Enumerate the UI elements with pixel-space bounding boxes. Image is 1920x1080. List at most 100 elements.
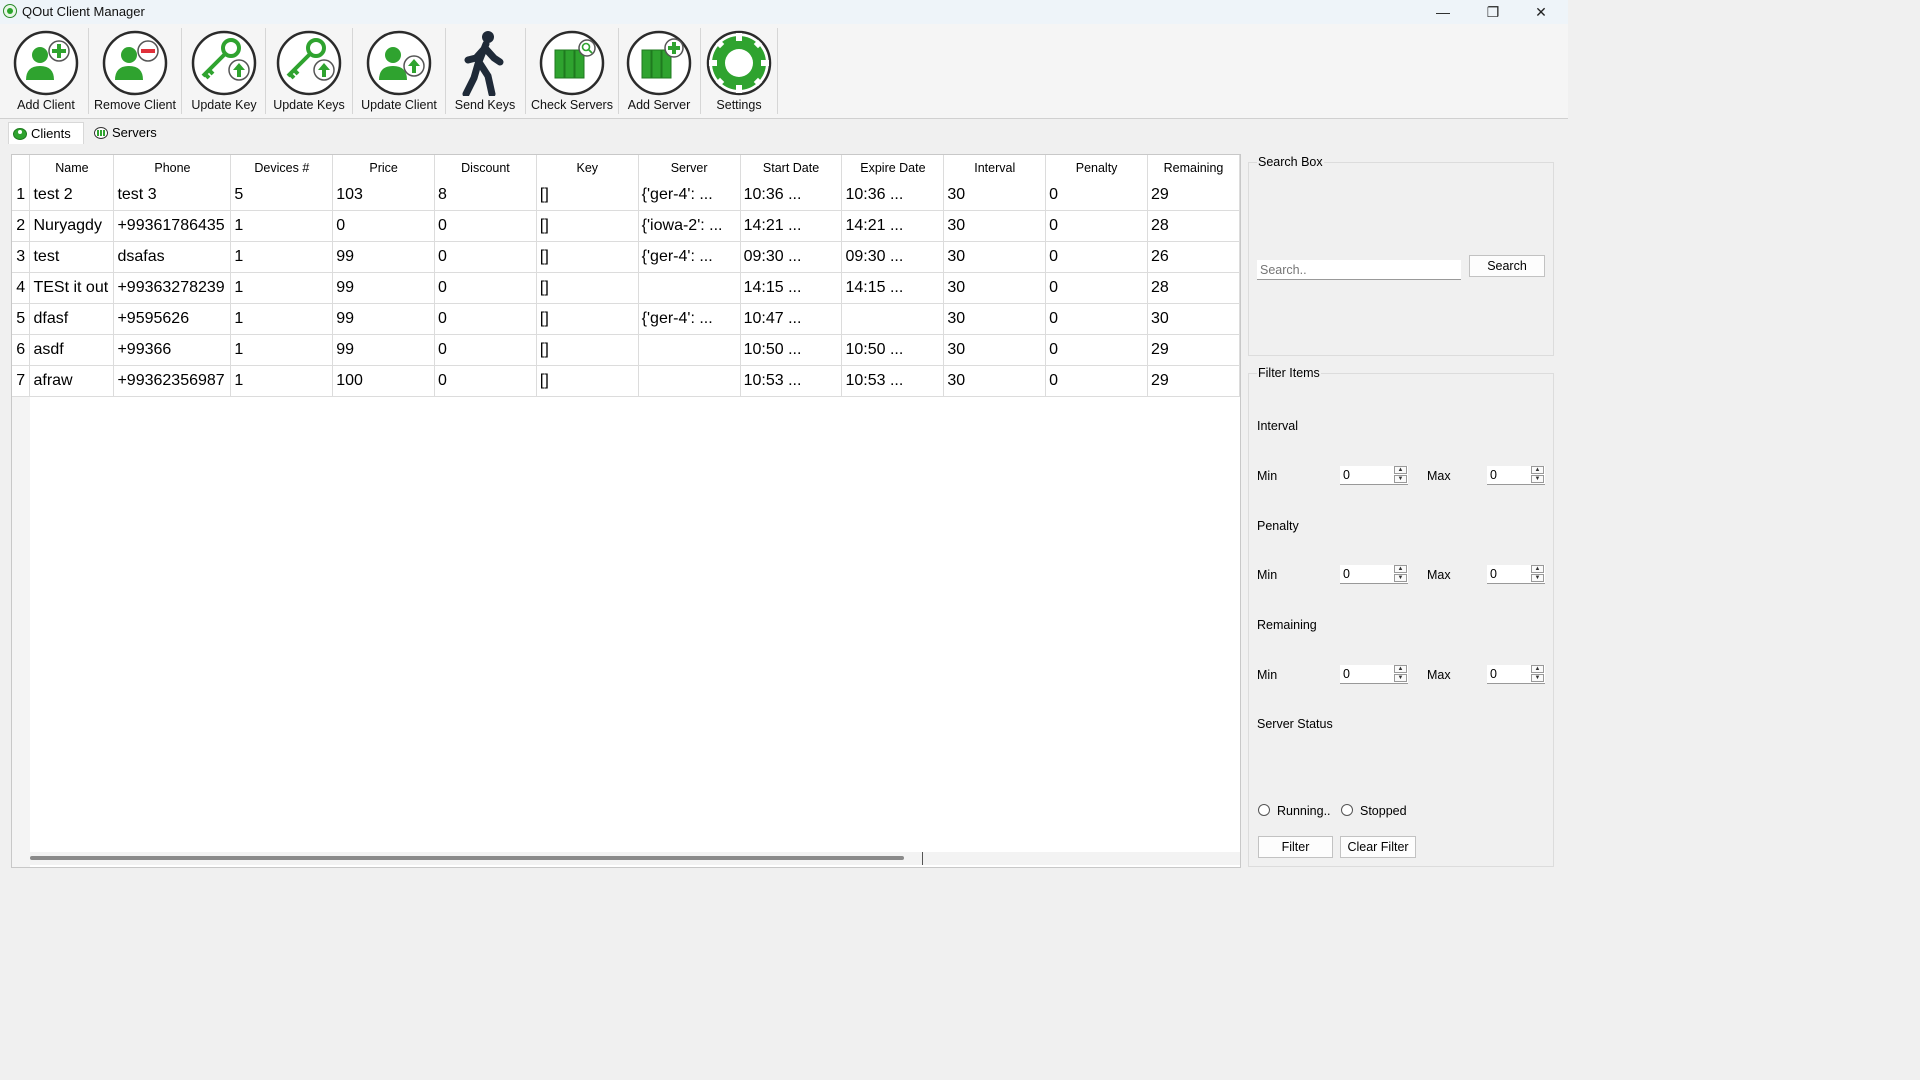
table-cell[interactable]: Nuryagdy <box>29 210 115 242</box>
table-cell[interactable] <box>638 334 741 366</box>
spin-down-icon[interactable]: ▼ <box>1531 674 1544 682</box>
spin-down-icon[interactable]: ▼ <box>1394 574 1407 582</box>
table-cell[interactable]: 10:50 ... <box>740 334 843 366</box>
spin-arrows[interactable]: ▲ ▼ <box>1531 466 1545 484</box>
remaining-max-spinbox[interactable]: 0 ▲ ▼ <box>1487 665 1545 684</box>
add-client-button[interactable]: Add Client <box>8 28 84 116</box>
spin-arrows[interactable]: ▲ ▼ <box>1394 565 1408 583</box>
table-cell[interactable]: 30 <box>1147 303 1240 335</box>
update-keys-button[interactable]: Update Keys <box>269 28 349 116</box>
table-row[interactable]: 3 test dsafas 1 99 0[] {'ger-4': ... 09:30 ... 0… <box>12 241 1240 273</box>
table-cell[interactable]: [] <box>536 210 639 242</box>
column-header-start-date[interactable]: Start Date <box>740 155 843 180</box>
table-cell[interactable]: 29 <box>1147 334 1240 366</box>
column-header-devices[interactable]: Devices # <box>230 155 334 180</box>
table-cell[interactable] <box>841 303 945 335</box>
column-header-penalty[interactable]: Penalty <box>1045 155 1148 180</box>
penalty-max-spinbox[interactable]: 0 ▲ ▼ <box>1487 565 1545 584</box>
scrollbar-thumb[interactable] <box>30 856 904 860</box>
check-servers-button[interactable]: Check Servers <box>529 28 615 116</box>
column-header-interval[interactable]: Interval <box>943 155 1047 180</box>
running-radio-label[interactable]: Running.. <box>1277 804 1331 818</box>
table-cell[interactable]: 30 <box>943 241 1047 273</box>
table-cell[interactable]: {'ger-4': ... <box>638 241 741 273</box>
table-cell[interactable]: 10:50 ... <box>841 334 945 366</box>
table-cell[interactable]: afraw <box>29 365 115 397</box>
table-cell[interactable]: 0 <box>1045 334 1148 366</box>
table-cell[interactable]: 10:53 ... <box>841 365 945 397</box>
table-cell[interactable]: +99361786435 <box>113 210 232 242</box>
table-cell[interactable]: 8 <box>434 180 537 211</box>
update-client-button[interactable]: Update Client <box>356 28 442 116</box>
column-header-discount[interactable]: Discount <box>434 155 537 180</box>
tab-servers[interactable]: Servers <box>90 122 166 144</box>
table-row[interactable]: 7 afraw +99362356987 1 100 0[] 10:53 ... 10:53 … <box>12 365 1240 397</box>
spin-up-icon[interactable]: ▲ <box>1394 466 1407 474</box>
table-cell[interactable]: 99 <box>332 334 436 366</box>
table-cell[interactable]: 28 <box>1147 272 1240 304</box>
spin-up-icon[interactable]: ▲ <box>1394 565 1407 573</box>
table-cell[interactable]: 1 <box>230 272 334 304</box>
column-header-phone[interactable]: Phone <box>113 155 232 180</box>
table-cell[interactable]: 1 <box>230 241 334 273</box>
table-cell[interactable]: 0 <box>1045 241 1148 273</box>
table-cell[interactable]: [] <box>536 241 639 273</box>
table-cell[interactable]: 0 <box>1045 180 1148 211</box>
row-number[interactable]: 5 <box>12 303 31 335</box>
table-cell[interactable]: 14:21 ... <box>841 210 945 242</box>
table-cell[interactable]: 1 <box>230 334 334 366</box>
table-corner[interactable] <box>12 155 31 180</box>
table-cell[interactable]: 103 <box>332 180 436 211</box>
stopped-radio-label[interactable]: Stopped <box>1360 804 1407 818</box>
table-cell[interactable]: 100 <box>332 365 436 397</box>
close-button[interactable]: ✕ <box>1518 0 1564 24</box>
table-cell[interactable]: 1 <box>230 303 334 335</box>
column-header-price[interactable]: Price <box>332 155 436 180</box>
spin-down-icon[interactable]: ▼ <box>1531 475 1544 483</box>
table-cell[interactable]: 0 <box>332 210 436 242</box>
table-cell[interactable]: {'ger-4': ... <box>638 303 741 335</box>
update-key-button[interactable]: Update Key <box>186 28 262 116</box>
spin-up-icon[interactable]: ▲ <box>1531 565 1544 573</box>
spin-arrows[interactable]: ▲ ▼ <box>1394 466 1408 484</box>
spin-up-icon[interactable]: ▲ <box>1531 665 1544 673</box>
table-cell[interactable]: 28 <box>1147 210 1240 242</box>
table-cell[interactable]: [] <box>536 334 639 366</box>
table-cell[interactable]: 10:36 ... <box>740 180 843 211</box>
column-header-server[interactable]: Server <box>638 155 741 180</box>
row-number[interactable]: 4 <box>12 272 31 304</box>
table-cell[interactable]: 10:47 ... <box>740 303 843 335</box>
table-cell[interactable]: 0 <box>434 210 537 242</box>
table-cell[interactable]: [] <box>536 365 639 397</box>
maximize-button[interactable]: ❐ <box>1470 0 1516 24</box>
interval-max-spinbox[interactable]: 0 ▲ ▼ <box>1487 466 1545 485</box>
row-number[interactable]: 1 <box>12 180 31 211</box>
table-cell[interactable]: 0 <box>434 272 537 304</box>
table-cell[interactable]: 14:21 ... <box>740 210 843 242</box>
table-cell[interactable] <box>638 272 741 304</box>
table-cell[interactable]: 0 <box>1045 365 1148 397</box>
table-cell[interactable]: 5 <box>230 180 334 211</box>
table-cell[interactable]: [] <box>536 272 639 304</box>
spin-down-icon[interactable]: ▼ <box>1531 574 1544 582</box>
table-cell[interactable]: 26 <box>1147 241 1240 273</box>
table-row[interactable]: 1 test 2 test 3 5 103 8[] {'ger-4': ... 10:36 .… <box>12 180 1240 211</box>
row-number[interactable]: 2 <box>12 210 31 242</box>
table-cell[interactable]: +99362356987 <box>113 365 232 397</box>
table-cell[interactable]: 09:30 ... <box>740 241 843 273</box>
row-number[interactable]: 6 <box>12 334 31 366</box>
remove-client-button[interactable]: Remove Client <box>92 28 178 116</box>
table-cell[interactable]: 99 <box>332 241 436 273</box>
table-cell[interactable]: 14:15 ... <box>740 272 843 304</box>
table-cell[interactable]: 10:36 ... <box>841 180 945 211</box>
table-cell[interactable]: dsafas <box>113 241 232 273</box>
table-cell[interactable]: 29 <box>1147 365 1240 397</box>
remaining-min-spinbox[interactable]: 0 ▲ ▼ <box>1340 665 1408 684</box>
table-cell[interactable]: test 3 <box>113 180 232 211</box>
table-cell[interactable]: dfasf <box>29 303 115 335</box>
table-cell[interactable]: 1 <box>230 365 334 397</box>
table-cell[interactable]: {'ger-4': ... <box>638 180 741 211</box>
settings-button[interactable]: Settings <box>704 28 774 116</box>
table-row[interactable]: 6 asdf +99366 1 99 0[] 10:50 ... 10:50 ... 30 0 29 <box>12 334 1240 366</box>
table-cell[interactable]: [] <box>536 303 639 335</box>
